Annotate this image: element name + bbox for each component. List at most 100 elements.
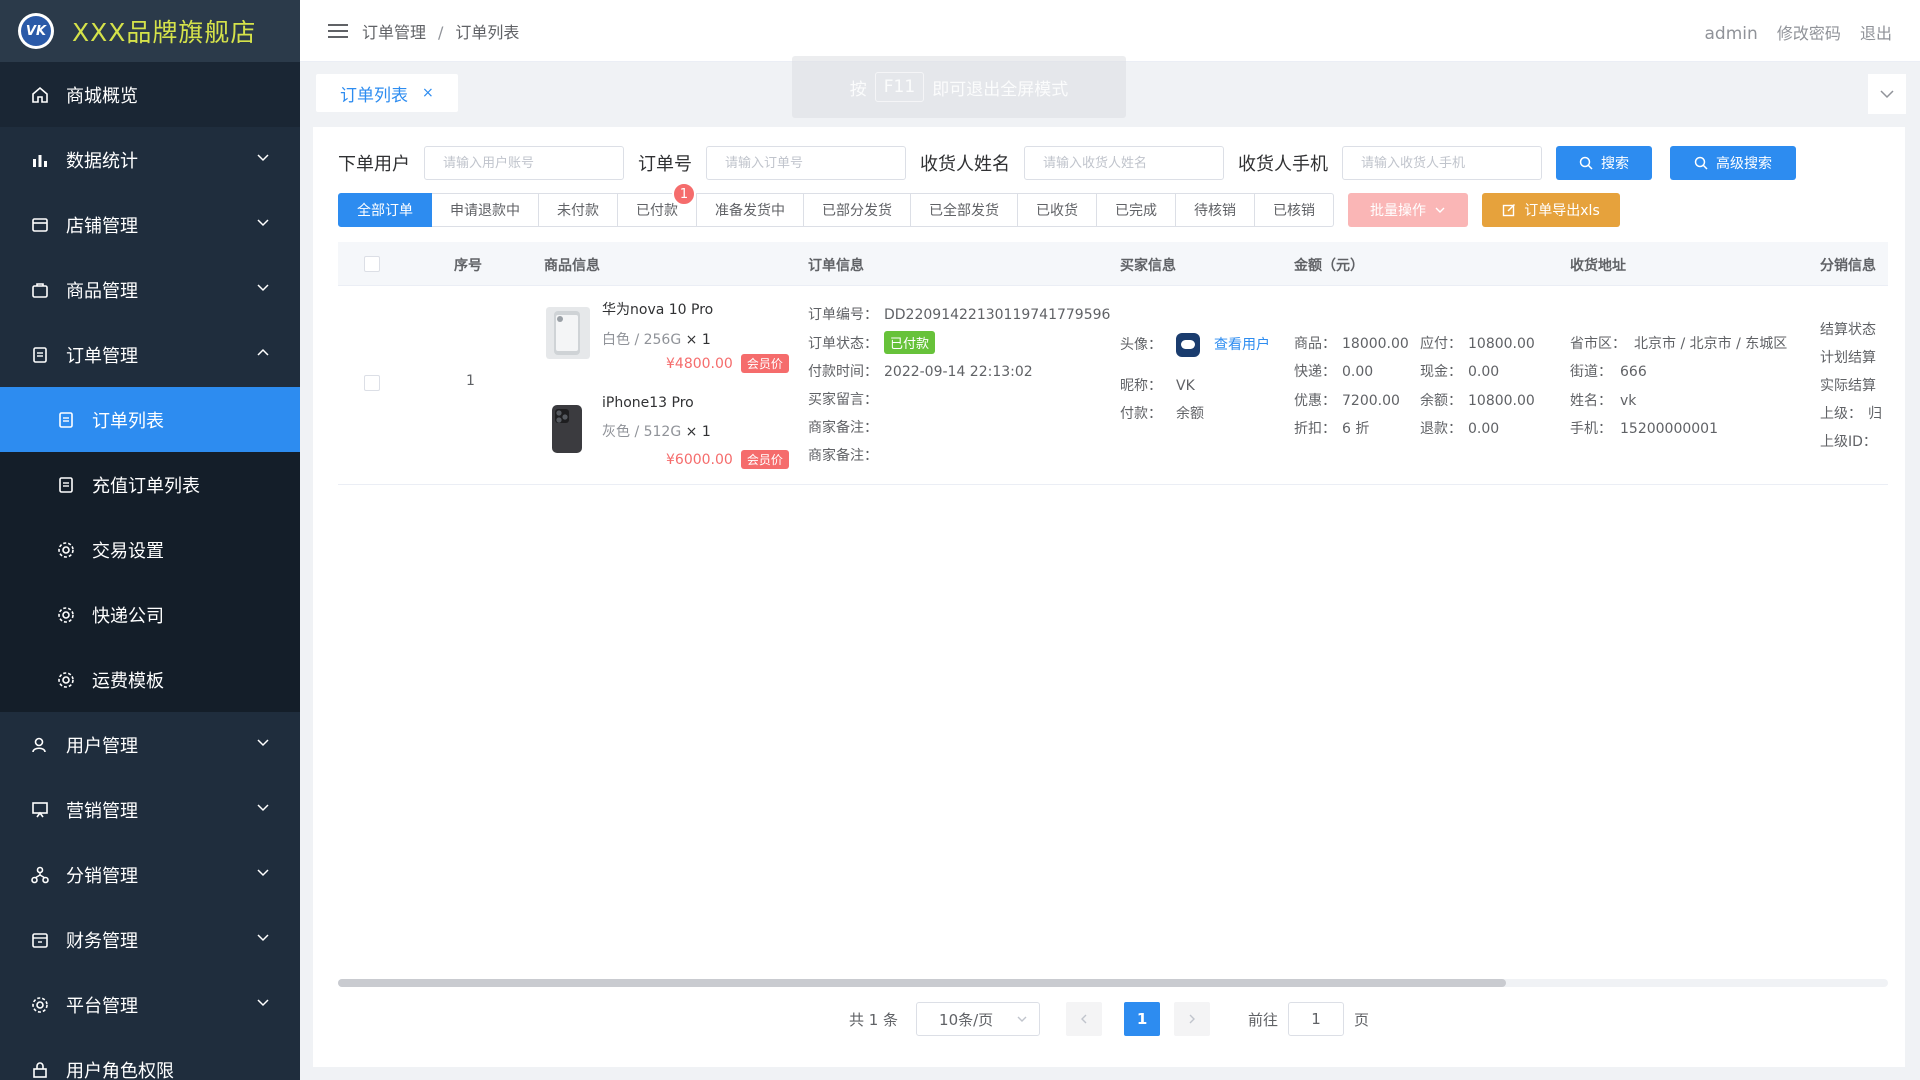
merchant-note-label: 商家备注： — [808, 448, 878, 464]
breadcrumb-item[interactable]: 订单管理 — [362, 23, 426, 42]
export-xls-button[interactable]: 订单导出xls — [1482, 193, 1620, 227]
change-password-link[interactable]: 修改密码 — [1777, 24, 1841, 43]
home-icon — [30, 85, 50, 105]
sidebar-item-freight[interactable]: 运费模板 — [0, 647, 300, 712]
search-button[interactable]: 搜索 — [1556, 146, 1652, 180]
status-tab-preparing[interactable]: 准备发货中 — [697, 193, 804, 227]
status-tab-partial-shipped[interactable]: 已部分发货 — [804, 193, 911, 227]
chevron-up-icon — [257, 348, 269, 356]
parent-label: 上级： — [1820, 406, 1862, 422]
product-item: iPhone13 Pro 灰色 / 512G × 1 ¥6000.00 会员价 — [546, 395, 789, 469]
store-icon — [30, 215, 50, 235]
sidebar-item-platform[interactable]: 平台管理 — [0, 972, 300, 1037]
sidebar-item-order-list[interactable]: 订单列表 — [0, 387, 300, 452]
sidebar-item-express[interactable]: 快递公司 — [0, 582, 300, 647]
vip-price-tag: 会员价 — [740, 354, 789, 373]
status-tab-label: 待核销 — [1194, 203, 1236, 219]
prev-page-button[interactable] — [1066, 1002, 1103, 1036]
logo[interactable]: VK XXX品牌旗舰店 — [0, 0, 300, 62]
nick-value: VK — [1176, 378, 1195, 394]
merchant-note: 商家备注： — [808, 417, 878, 437]
merchant-note: 商家备注： — [808, 445, 878, 465]
next-page-button[interactable] — [1174, 1002, 1211, 1036]
document-icon — [56, 410, 76, 430]
status-tab-completed[interactable]: 已完成 — [1097, 193, 1176, 227]
status-tab-label: 全部订单 — [357, 203, 413, 219]
amount-label: 应付： — [1420, 336, 1462, 352]
sidebar-item-distribution[interactable]: 分销管理 — [0, 842, 300, 907]
address-region: 省市区： 北京市 / 北京市 / 东城区 — [1570, 333, 1787, 353]
sidebar-item-store[interactable]: 店铺管理 — [0, 192, 300, 257]
status-tab-refunding[interactable]: 申请退款中 — [432, 193, 539, 227]
search-button-label: 搜索 — [1601, 156, 1629, 172]
order-no: 订单编号： DD22091422130119741779596 — [808, 304, 1110, 324]
batch-actions-button[interactable]: 批量操作 — [1348, 193, 1468, 227]
tip-key: F11 — [874, 72, 925, 102]
sidebar-item-users[interactable]: 用户管理 — [0, 712, 300, 777]
advanced-search-button[interactable]: 高级搜索 — [1670, 146, 1796, 180]
horizontal-scrollbar[interactable] — [338, 979, 1888, 987]
status-tab-all[interactable]: 全部订单 — [338, 193, 432, 227]
address-value: 666 — [1620, 364, 1647, 380]
bag-icon — [30, 280, 50, 300]
order-no-input[interactable] — [706, 146, 906, 180]
chevron-down-icon — [257, 999, 269, 1007]
username[interactable]: admin — [1705, 24, 1758, 44]
filter-label-phone: 收货人手机 — [1238, 154, 1328, 175]
product-name[interactable]: iPhone13 Pro — [602, 395, 711, 411]
gear-icon — [56, 540, 76, 560]
tab-order-list[interactable]: 订单列表 × — [316, 74, 458, 112]
gear-icon — [56, 670, 76, 690]
avatar[interactable] — [1176, 333, 1200, 357]
product-thumbnail[interactable] — [546, 307, 590, 359]
parent-value: 归 — [1868, 406, 1882, 422]
gear-icon — [56, 605, 76, 625]
sidebar-item-recharge-orders[interactable]: 充值订单列表 — [0, 452, 300, 517]
status-tab-label: 已全部发货 — [929, 203, 999, 219]
address-street: 街道： 666 — [1570, 361, 1647, 381]
sidebar-item-finance[interactable]: 财务管理 — [0, 907, 300, 972]
column-header: 金额（元） — [1294, 258, 1364, 274]
status-tab-paid[interactable]: 已付款 1 — [618, 182, 697, 227]
product-thumbnail[interactable] — [546, 403, 590, 455]
sidebar-item-label: 营销管理 — [66, 800, 138, 822]
sidebar-item-stats[interactable]: 数据统计 — [0, 127, 300, 192]
status-tab-all-shipped[interactable]: 已全部发货 — [911, 193, 1018, 227]
row-checkbox[interactable] — [364, 375, 380, 391]
user-account-input[interactable] — [424, 146, 624, 180]
address-name: 姓名： vk — [1570, 390, 1636, 410]
product-name[interactable]: 华为nova 10 Pro — [602, 299, 713, 319]
select-all-checkbox[interactable] — [364, 256, 380, 272]
status-tab-verified[interactable]: 已核销 — [1255, 193, 1334, 227]
sidebar-item-marketing[interactable]: 营销管理 — [0, 777, 300, 842]
sidebar-item-roles[interactable]: 用户角色权限 — [0, 1037, 300, 1080]
page-size-value: 10条/页 — [939, 1010, 994, 1029]
page-size-select[interactable]: 10条/页 — [916, 1002, 1041, 1036]
close-icon[interactable]: × — [422, 85, 434, 101]
gear-icon — [30, 995, 50, 1015]
tabs-dropdown-button[interactable] — [1868, 74, 1906, 114]
scrollbar-thumb[interactable] — [338, 979, 1506, 987]
logout-link[interactable]: 退出 — [1860, 24, 1892, 43]
sidebar-item-orders[interactable]: 订单管理 — [0, 322, 300, 387]
page-number-current[interactable]: 1 — [1124, 1002, 1161, 1036]
sidebar-item-label: 数据统计 — [66, 150, 138, 172]
sidebar-item-overview[interactable]: 商城概览 — [0, 62, 300, 127]
status-tab-received[interactable]: 已收货 — [1018, 193, 1097, 227]
sidebar-item-goods[interactable]: 商品管理 — [0, 257, 300, 322]
chevron-right-icon — [1189, 1014, 1196, 1024]
receiver-phone-input[interactable] — [1342, 146, 1542, 180]
menu-toggle-icon[interactable] — [328, 23, 348, 39]
sidebar-item-label: 交易设置 — [92, 540, 164, 562]
status-tab-unpaid[interactable]: 未付款 — [539, 193, 618, 227]
main-content: 下单用户 订单号 收货人姓名 收货人手机 搜索 高级搜索 全部订单 申请退款中 … — [313, 127, 1905, 1067]
breadcrumb: 订单管理 / 订单列表 — [362, 19, 519, 43]
search-icon — [1579, 156, 1593, 170]
goto-page-input[interactable] — [1288, 1002, 1345, 1036]
sidebar-item-trade-settings[interactable]: 交易设置 — [0, 517, 300, 582]
receiver-name-input[interactable] — [1024, 146, 1224, 180]
view-user-link[interactable]: 查看用户 — [1214, 337, 1270, 353]
amount-discount: 优惠： 7200.00 — [1294, 390, 1400, 410]
amount-value: 0.00 — [1468, 421, 1500, 437]
status-tab-pending-verify[interactable]: 待核销 — [1176, 193, 1255, 227]
